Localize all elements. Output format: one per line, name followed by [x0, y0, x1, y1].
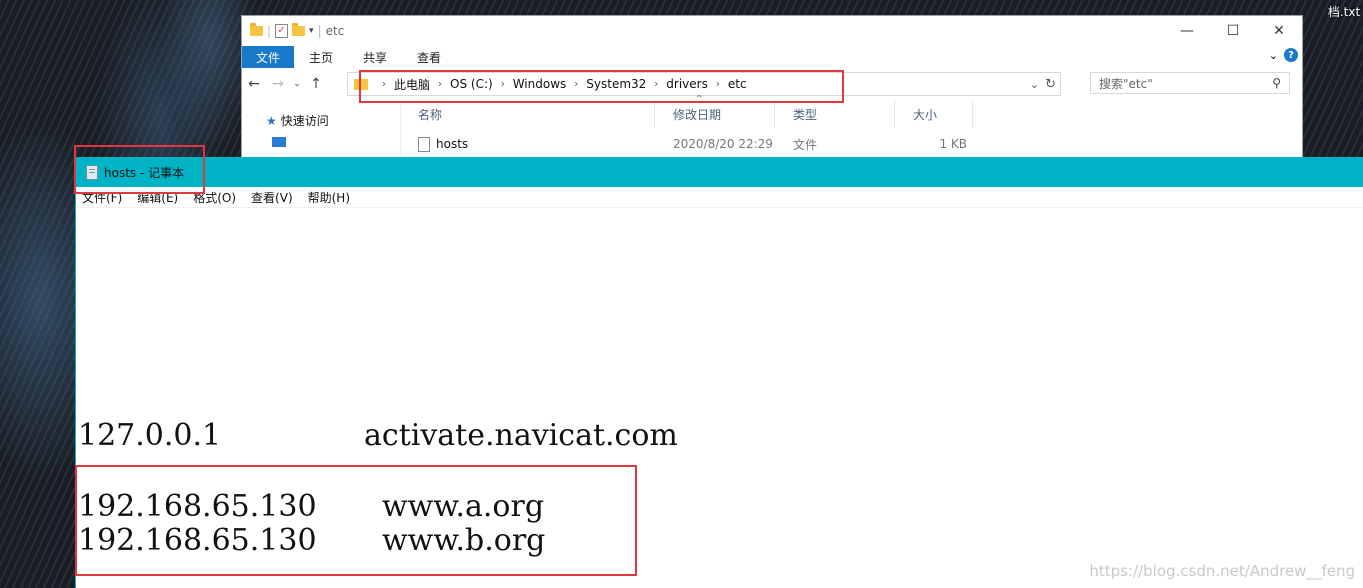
- hosts-hostname: activate.navicat.com: [364, 418, 678, 453]
- column-modified[interactable]: 修改日期: [655, 100, 775, 128]
- close-button[interactable]: ✕: [1256, 16, 1302, 46]
- column-headers: ⌃ 名称 修改日期 类型 大小: [400, 94, 1302, 128]
- notepad-titlebar[interactable]: hosts - 记事本: [76, 157, 1363, 187]
- explorer-titlebar[interactable]: | ✓ ▾ | etc — ☐ ✕: [242, 16, 1302, 46]
- tab-share[interactable]: 共享: [348, 46, 402, 68]
- nav-item-label: 快速访问: [280, 114, 329, 128]
- nav-item-quick-access[interactable]: ★ 快速访问: [266, 112, 329, 129]
- tab-file[interactable]: 文件: [242, 46, 295, 68]
- desktop-icon[interactable]: [272, 137, 286, 147]
- up-arrow-icon[interactable]: ↑: [304, 76, 328, 92]
- column-name[interactable]: 名称: [400, 100, 655, 128]
- explorer-body: ★ 快速访问 ⌃ 名称 修改日期 类型 大小 hosts 2020/8/20 2…: [242, 94, 1302, 160]
- table-row[interactable]: hosts 2020/8/20 22:29 文件 1 KB: [400, 133, 1302, 155]
- maximize-button[interactable]: ☐: [1210, 16, 1256, 46]
- window-controls: — ☐ ✕: [1164, 16, 1302, 46]
- explorer-title: etc: [325, 24, 345, 38]
- quick-access-toolbar: | ✓ ▾ |: [242, 23, 322, 38]
- menu-view[interactable]: 查看(V): [251, 189, 293, 206]
- search-input[interactable]: 搜索"etc" ⚲: [1090, 72, 1290, 94]
- address-highlight-box: [359, 70, 844, 103]
- notepad-menu-bar: 文件(F) 编辑(E) 格式(O) 查看(V) 帮助(H): [76, 187, 1363, 208]
- hosts-line[interactable]: 127.0.0.1 activate.navicat.com: [78, 419, 678, 453]
- tab-home[interactable]: 主页: [294, 46, 348, 68]
- search-icon[interactable]: ⚲: [1272, 76, 1281, 90]
- help-icon[interactable]: ?: [1284, 48, 1298, 62]
- folder-icon: [250, 23, 263, 36]
- forward-arrow-icon[interactable]: →: [266, 76, 290, 92]
- new-folder-icon[interactable]: [292, 23, 306, 36]
- file-icon: [418, 136, 430, 152]
- column-type[interactable]: 类型: [775, 100, 895, 128]
- customize-dropdown-icon[interactable]: ▾: [309, 26, 314, 36]
- file-modified: 2020/8/20 22:29: [673, 137, 773, 151]
- properties-icon[interactable]: ✓: [275, 24, 289, 38]
- minimize-button[interactable]: —: [1164, 16, 1210, 46]
- expand-ribbon-icon[interactable]: ⌄: [1269, 49, 1278, 62]
- title-highlight-box: [74, 145, 205, 194]
- hosts-ip: 127.0.0.1: [78, 418, 222, 453]
- watermark: https://blog.csdn.net/Andrew__feng: [1089, 562, 1355, 580]
- file-type: 文件: [793, 137, 818, 152]
- navigation-pane: ★ 快速访问: [242, 100, 401, 160]
- search-placeholder: 搜索"etc": [1099, 76, 1153, 91]
- refresh-icon[interactable]: ↻: [1045, 77, 1056, 92]
- tab-view[interactable]: 查看: [402, 46, 456, 68]
- back-arrow-icon[interactable]: ←: [242, 76, 266, 92]
- file-name: hosts: [436, 137, 469, 151]
- menu-help[interactable]: 帮助(H): [308, 189, 350, 206]
- column-size[interactable]: 大小: [895, 100, 973, 128]
- star-icon: ★: [266, 113, 277, 128]
- hosts-highlight-box: [75, 465, 637, 576]
- file-size: 1 KB: [939, 137, 967, 151]
- desktop-file-label[interactable]: 档.txt: [1325, 0, 1363, 22]
- recent-locations-icon[interactable]: ⌄: [290, 79, 304, 89]
- address-dropdown-icon[interactable]: ⌄: [1030, 78, 1039, 91]
- ribbon-tabs: 文件 主页 共享 查看 ⌄ ?: [242, 46, 1302, 68]
